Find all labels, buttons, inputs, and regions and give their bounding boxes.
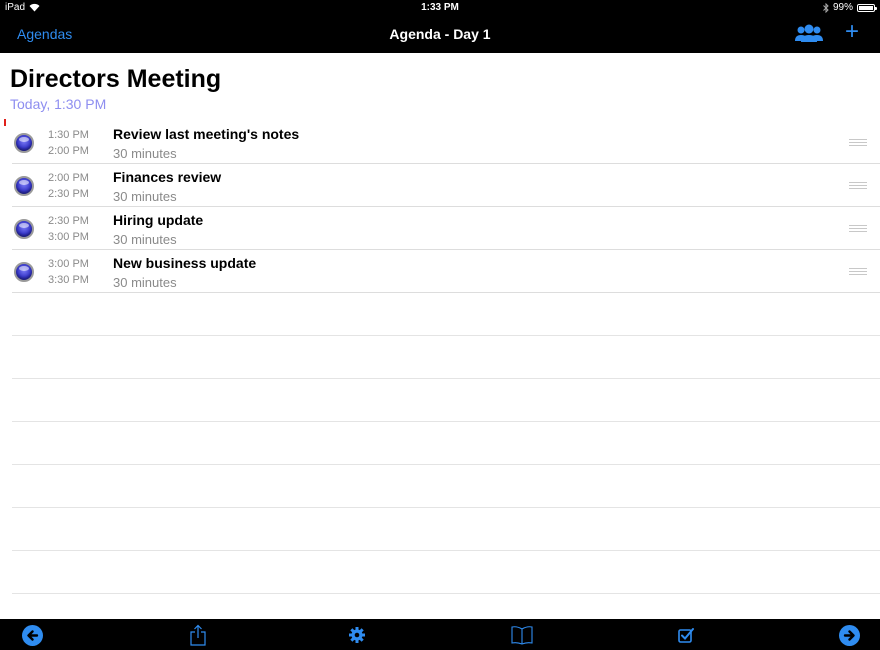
item-duration: 30 minutes — [113, 275, 177, 290]
status-bubble-icon[interactable] — [14, 219, 34, 239]
start-time: 2:30 PM — [48, 215, 89, 227]
drag-handle-icon[interactable] — [849, 268, 867, 275]
bottom-toolbar — [0, 619, 880, 650]
share-icon — [190, 624, 206, 646]
status-right: 99% — [823, 2, 877, 13]
empty-row-divider — [12, 593, 880, 594]
empty-row-divider — [12, 421, 880, 422]
people-icon[interactable] — [794, 24, 824, 44]
agenda-item[interactable]: 2:00 PM 2:30 PM Finances review 30 minut… — [12, 164, 880, 207]
agenda-item[interactable]: 3:00 PM 3:30 PM New business update 30 m… — [12, 250, 880, 293]
item-title: Review last meeting's notes — [113, 126, 300, 142]
previous-button[interactable] — [20, 624, 44, 646]
end-time: 3:00 PM — [48, 231, 89, 243]
item-duration: 30 minutes — [113, 232, 177, 247]
empty-row-divider — [12, 378, 880, 379]
battery-icon — [857, 3, 877, 12]
meeting-date[interactable]: Today, 1:30 PM — [10, 96, 106, 112]
agenda-item[interactable]: 1:30 PM 2:00 PM Review last meeting's no… — [12, 121, 880, 164]
end-time: 2:00 PM — [48, 145, 89, 157]
start-time: 3:00 PM — [48, 258, 89, 270]
start-time: 2:00 PM — [48, 172, 89, 184]
status-bubble-icon[interactable] — [14, 133, 34, 153]
battery-percent: 99% — [832, 2, 853, 13]
item-title: Hiring update — [113, 212, 204, 228]
bluetooth-icon — [823, 2, 829, 13]
add-button[interactable]: + — [845, 20, 859, 44]
settings-icon — [349, 627, 365, 643]
next-button[interactable] — [837, 624, 861, 646]
meeting-title: Directors Meeting — [10, 65, 222, 93]
checklist-icon — [678, 628, 694, 643]
agenda-item[interactable]: 2:30 PM 3:00 PM Hiring update 30 minutes — [12, 207, 880, 250]
status-bubble-icon[interactable] — [14, 262, 34, 282]
empty-row-divider — [12, 550, 880, 551]
book-icon — [511, 626, 533, 645]
checklist-button[interactable] — [674, 624, 698, 646]
empty-row-divider — [12, 464, 880, 465]
empty-row-divider — [12, 335, 880, 336]
item-duration: 30 minutes — [113, 146, 177, 161]
nav-title: Agenda - Day 1 — [389, 26, 491, 42]
navigation-bar: Agendas Agenda - Day 1 + — [0, 16, 880, 53]
agenda-list: 1:30 PM 2:00 PM Review last meeting's no… — [0, 121, 880, 293]
next-icon — [838, 624, 860, 646]
item-duration: 30 minutes — [113, 189, 177, 204]
drag-handle-icon[interactable] — [849, 182, 867, 189]
item-title: Finances review — [113, 169, 222, 185]
status-time: 1:33 PM — [421, 2, 459, 13]
drag-handle-icon[interactable] — [849, 139, 867, 146]
empty-row-divider — [12, 507, 880, 508]
drag-handle-icon[interactable] — [849, 225, 867, 232]
status-bubble-icon[interactable] — [14, 176, 34, 196]
start-time: 1:30 PM — [48, 129, 89, 141]
end-time: 2:30 PM — [48, 188, 89, 200]
item-title: New business update — [113, 255, 257, 271]
share-button[interactable] — [186, 624, 210, 646]
settings-button[interactable] — [345, 624, 369, 646]
status-bar: iPad 1:33 PM 99% — [0, 0, 880, 16]
end-time: 3:30 PM — [48, 274, 89, 286]
previous-icon — [21, 624, 43, 646]
book-button[interactable] — [510, 624, 534, 646]
